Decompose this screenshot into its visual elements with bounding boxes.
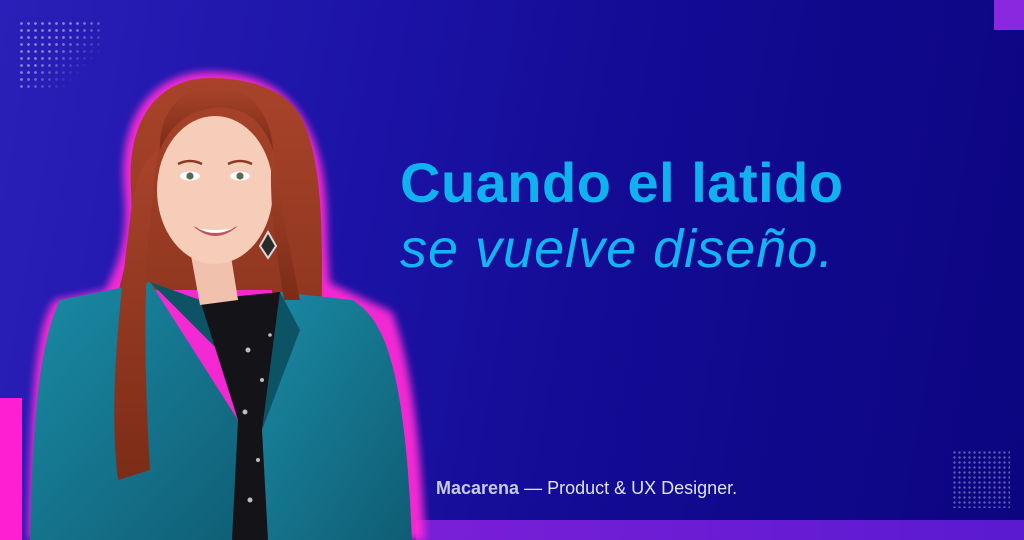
caption-role: Product & UX Designer. [547,478,738,498]
caption-name: Macarena [436,478,520,498]
banner: Cuando el latido se vuelve diseño. Macar… [0,0,1024,540]
caption-separator: — [519,478,548,498]
headline: Cuando el latido se vuelve diseño. [400,150,1000,282]
caption: Macarena — Product & UX Designer. [436,478,737,499]
corner-accent-top-right [994,0,1024,30]
headline-line-1: Cuando el latido [400,151,844,214]
portrait-photo [28,72,425,540]
dot-pattern-bottom-right [952,450,1010,508]
accent-bar-bottom [416,520,1024,540]
headline-line-2: se vuelve diseño. [400,219,835,279]
